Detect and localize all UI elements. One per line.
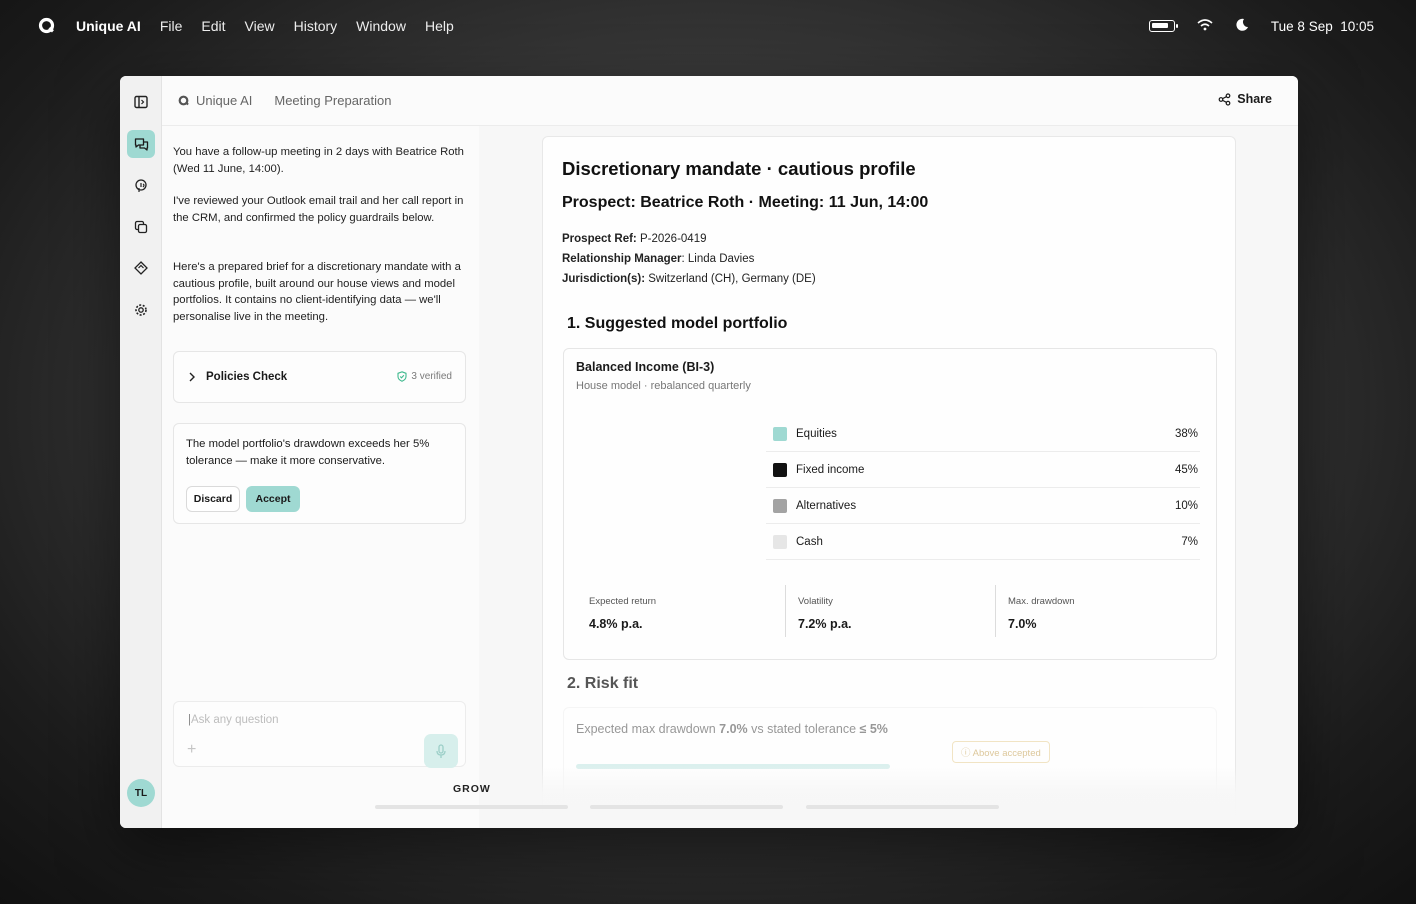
ask-input-box[interactable]: |Ask any question + — [173, 701, 466, 768]
accept-button[interactable]: Accept — [246, 486, 300, 512]
menu-window[interactable]: Window — [356, 18, 406, 34]
app-name-menu[interactable]: Unique AI — [76, 18, 141, 34]
prompt-icon[interactable] — [127, 254, 155, 282]
above-accepted-badge: ⓘ Above accepted — [952, 741, 1050, 763]
icon-rail: TL — [120, 76, 162, 828]
assistant-message-2: I've reviewed your Outlook email trail a… — [173, 195, 464, 224]
app-logo-icon[interactable] — [38, 16, 58, 36]
model-portfolio-card: Balanced Income (BI-3) House model · reb… — [563, 348, 1217, 660]
progress-track — [375, 805, 568, 809]
portfolio-name: Balanced Income (BI-3) — [576, 360, 715, 374]
section-heading-portfolio: 1. Suggested model portfolio — [567, 315, 788, 332]
allocation-row: Alternatives 10% — [766, 488, 1200, 524]
battery-icon[interactable] — [1148, 20, 1178, 32]
app-logo-small-icon — [178, 95, 189, 105]
allocation-percent: 7% — [1181, 535, 1198, 548]
grow-label: GROW — [453, 783, 491, 795]
app-window: TL Unique AI Meeting Preparation Share Y… — [120, 76, 1298, 828]
microphone-icon[interactable] — [424, 734, 458, 768]
share-button[interactable]: Share — [1218, 92, 1272, 106]
brief-document: Discretionary mandate · cautious profile… — [542, 136, 1236, 828]
bottom-fade-overlay — [479, 766, 1298, 828]
allocation-percent: 45% — [1174, 463, 1198, 476]
risk-fit-summary: Expected max drawdown 7.0% vs stated tol… — [576, 722, 888, 736]
menu-file[interactable]: File — [160, 18, 183, 34]
allocation-row: Cash 7% — [766, 524, 1200, 560]
policies-check-card[interactable]: Policies Check 3 verified — [173, 351, 466, 403]
allocation-label: Alternatives — [796, 499, 857, 512]
breadcrumb-page[interactable]: Meeting Preparation — [274, 93, 391, 108]
menu-edit[interactable]: Edit — [201, 18, 225, 34]
stat-label: Expected return — [589, 596, 657, 607]
fixed-income-swatch — [773, 462, 787, 477]
allocation-label: Cash — [796, 535, 823, 548]
suggestion-card: The model portfolio's drawdown exceeds h… — [173, 423, 466, 524]
jurisdictions: Jurisdiction(s): Switzerland (CH), Germa… — [562, 273, 816, 285]
equities-swatch — [773, 426, 787, 441]
relationship-manager: Relationship Manager: Linda Davies — [562, 253, 755, 265]
chevron-right-icon — [189, 372, 195, 382]
stat-value: 4.8% p.a. — [589, 617, 643, 631]
suggestion-text: The model portfolio's drawdown exceeds h… — [186, 438, 430, 467]
progress-track — [806, 805, 999, 809]
allocation-label: Equities — [796, 427, 837, 440]
breadcrumb-app[interactable]: Unique AI — [178, 93, 252, 108]
ask-input-placeholder[interactable]: |Ask any question — [188, 714, 279, 726]
brain-icon[interactable] — [127, 172, 155, 200]
allocation-label: Fixed income — [796, 463, 865, 476]
share-label: Share — [1237, 92, 1272, 106]
stat-volatility: Volatility 7.2% p.a. — [785, 585, 995, 637]
clock-datetime[interactable]: Tue 8 Sep 10:05 — [1271, 19, 1374, 34]
moon-icon[interactable] — [1235, 18, 1249, 35]
menu-bar: Unique AI File Edit View History Window … — [0, 0, 1416, 52]
assistant-message-1: You have a follow-up meeting in 2 days w… — [173, 146, 464, 175]
allocation-row: Equities 38% — [766, 416, 1200, 452]
stat-expected-return: Expected return 4.8% p.a. — [589, 585, 799, 637]
prospect-ref: Prospect Ref: P-2026-0419 — [562, 233, 707, 245]
stat-label: Volatility — [798, 596, 833, 607]
assistant-message-3: Here's a prepared brief for a discretion… — [173, 261, 461, 323]
stat-value: 7.0% — [1008, 617, 1037, 631]
breadcrumb-app-label: Unique AI — [196, 93, 253, 108]
share-icon — [1218, 92, 1231, 106]
verified-count: 3 verified — [411, 371, 452, 382]
cash-swatch — [773, 534, 787, 549]
stat-value: 7.2% p.a. — [798, 617, 852, 631]
allocation-percent: 38% — [1174, 427, 1198, 440]
policies-check-title: Policies Check — [206, 371, 288, 383]
chat-icon[interactable] — [127, 130, 155, 158]
stat-label: Max. drawdown — [1008, 596, 1075, 607]
allocation-row: Fixed income 45% — [766, 452, 1200, 488]
top-bar: Unique AI Meeting Preparation Share — [162, 76, 1298, 126]
menu-view[interactable]: View — [245, 18, 275, 34]
section-heading-risk-fit: 2. Risk fit — [567, 675, 639, 692]
settings-gear-icon[interactable] — [127, 296, 155, 324]
menu-history[interactable]: History — [294, 18, 338, 34]
chat-pane: You have a follow-up meeting in 2 days w… — [162, 126, 479, 828]
document-title: Discretionary mandate · cautious profile — [562, 158, 916, 179]
user-avatar[interactable]: TL — [127, 779, 155, 807]
alternatives-swatch — [773, 498, 787, 513]
allocation-percent: 10% — [1174, 499, 1198, 512]
menu-help[interactable]: Help — [425, 18, 454, 34]
documents-icon[interactable] — [127, 213, 155, 241]
document-pane: Discretionary mandate · cautious profile… — [479, 126, 1298, 828]
document-subtitle: Prospect: Beatrice Roth · Meeting: 11 Ju… — [562, 194, 929, 211]
verified-badge: 3 verified — [397, 371, 452, 382]
shield-check-icon — [397, 371, 407, 382]
stat-max-drawdown: Max. drawdown 7.0% — [995, 585, 1205, 637]
portfolio-subtitle: House model · rebalanced quarterly — [576, 380, 751, 392]
progress-track — [590, 805, 783, 809]
add-attachment-icon[interactable]: + — [187, 741, 196, 759]
discard-button[interactable]: Discard — [186, 486, 240, 512]
toggle-sidebar-icon[interactable] — [127, 88, 155, 116]
wifi-icon[interactable] — [1197, 18, 1213, 34]
